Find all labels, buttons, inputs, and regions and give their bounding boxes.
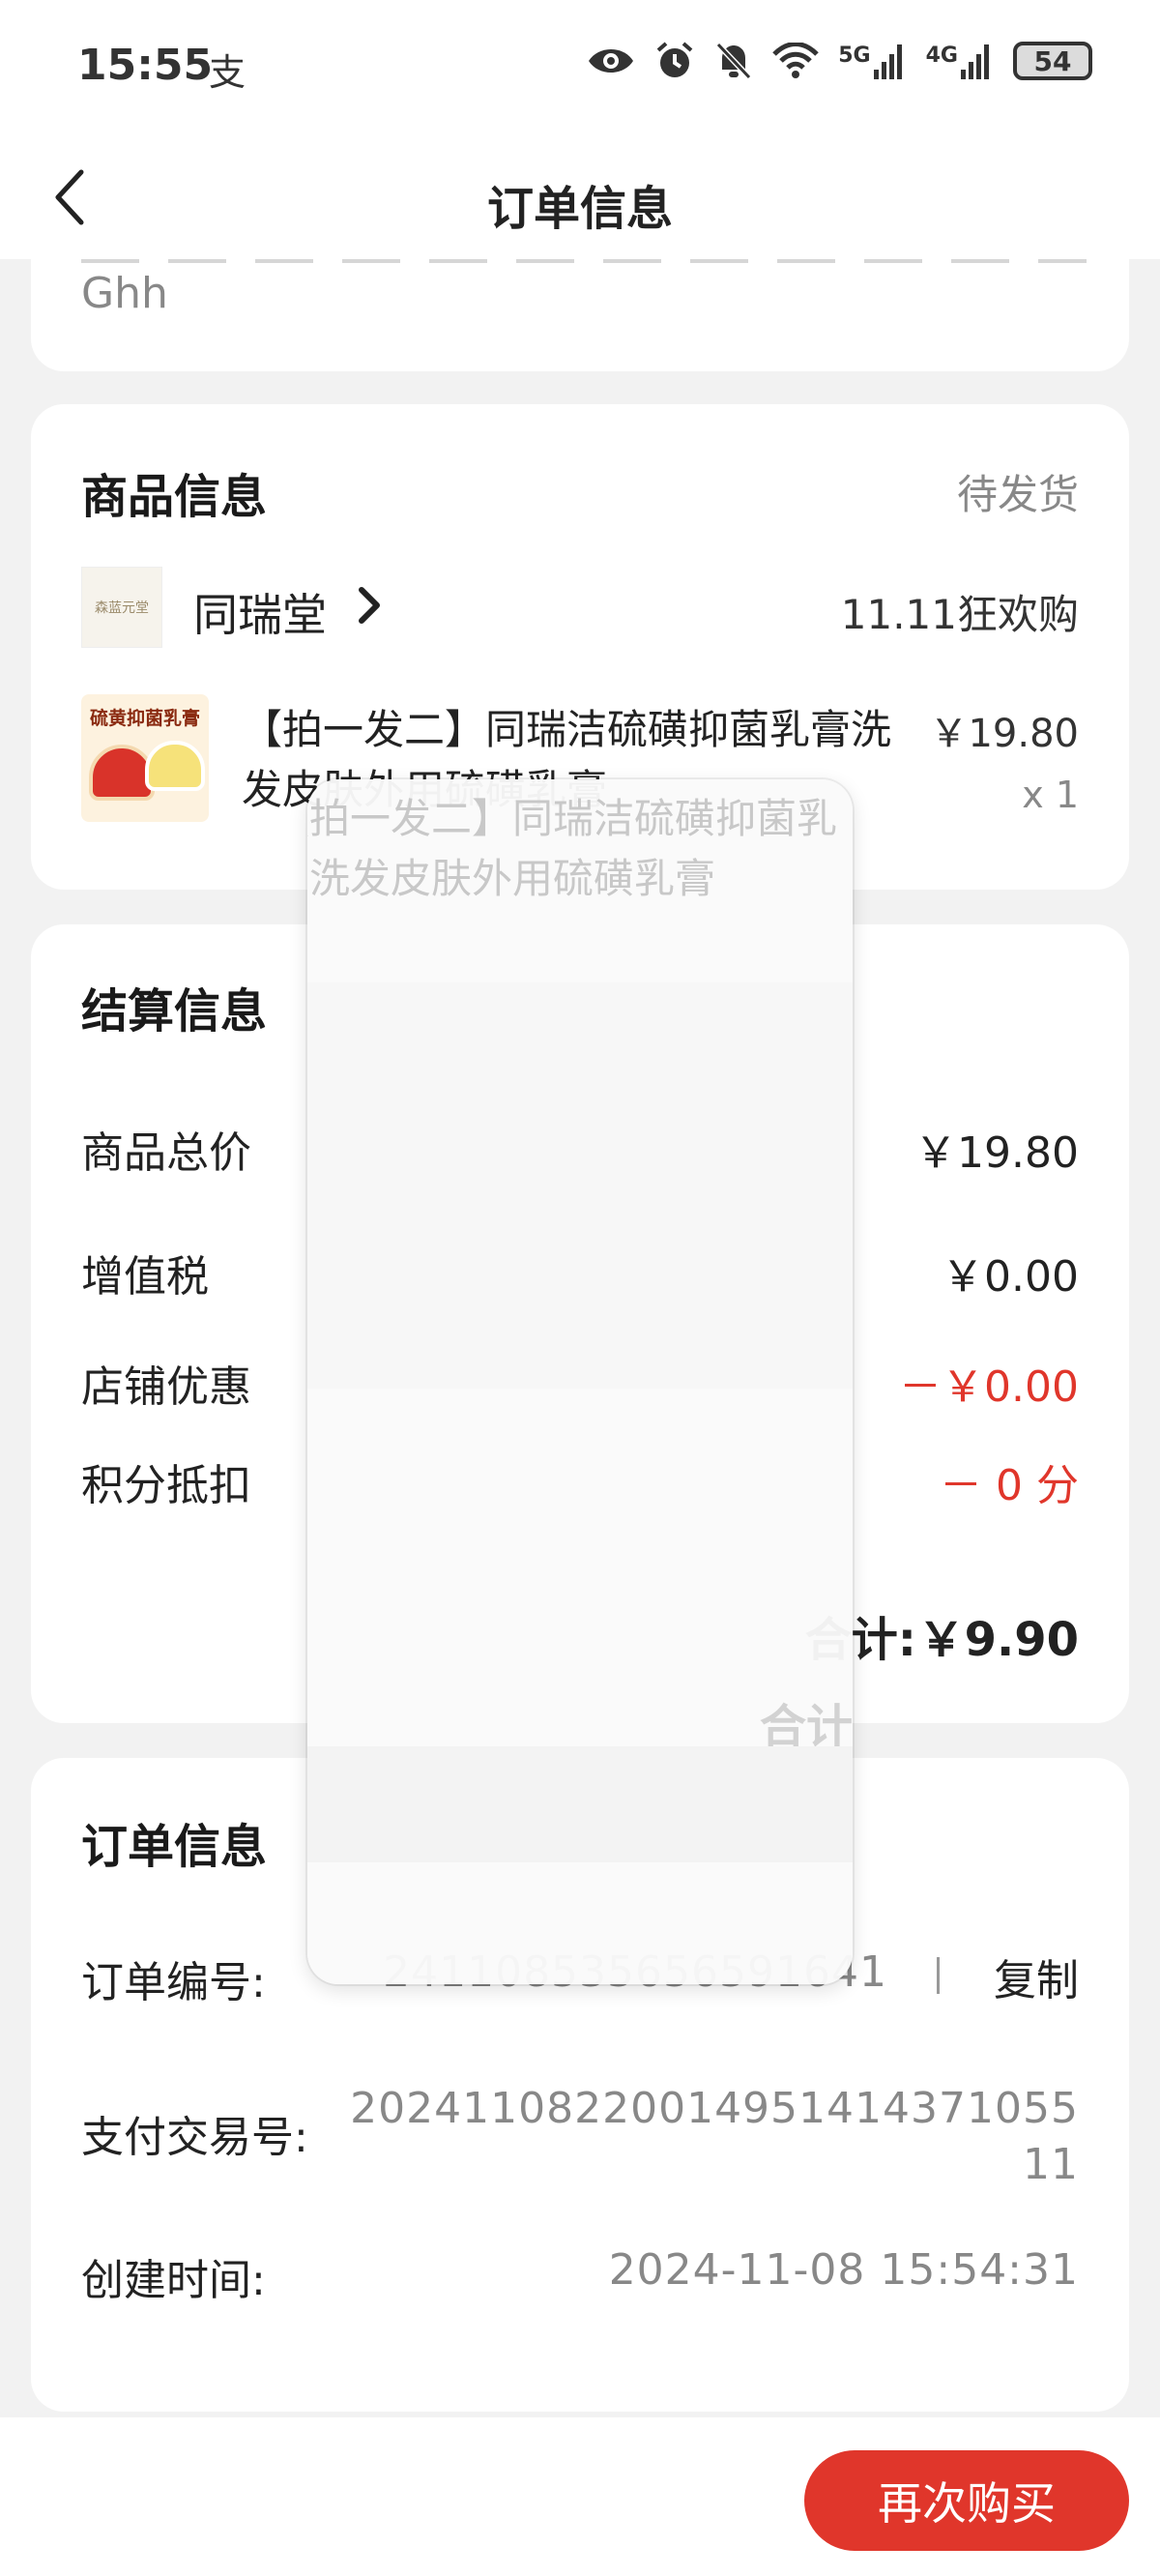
subtotal-label: 商品总价 <box>81 1128 251 1178</box>
shop-name[interactable]: 同瑞堂 <box>193 580 327 644</box>
settlement-section-title: 结算信息 <box>81 984 268 1039</box>
ghost-band <box>307 1746 853 1862</box>
signal-icon <box>961 44 989 79</box>
signal-4g: 4G <box>926 43 994 79</box>
drag-preview-panel[interactable]: 【拍一发二】同瑞洁硫磺抑菌乳膏洗发皮肤外用硫磺乳膏 合计 <box>307 779 853 1984</box>
nav-bar: 订单信息 <box>0 135 1160 259</box>
product-image[interactable]: 硫黄抑菌乳膏 <box>81 694 209 822</box>
order-section-title: 订单信息 <box>81 1820 268 1874</box>
pay-no-value: 2024110822001495141437105511 <box>350 2084 1079 2189</box>
eye-icon <box>589 49 634 73</box>
order-status: 待发货 <box>956 471 1079 518</box>
subtotal-value: ￥19.80 <box>914 1128 1079 1178</box>
signal-5g: 5G <box>838 43 906 79</box>
pay-no-label: 支付交易号: <box>81 2113 308 2162</box>
battery-level: 54 <box>1033 44 1072 77</box>
signal-icon <box>873 44 902 79</box>
order-no-label: 订单编号: <box>81 1958 266 2007</box>
address-text: Ghh <box>81 269 168 318</box>
points-deduction-label: 积分抵扣 <box>81 1461 251 1510</box>
ghost-band <box>307 982 853 1389</box>
jar-yellow-shape <box>145 741 205 791</box>
alipay-icon: 支 <box>209 51 246 94</box>
page-title: 订单信息 <box>486 182 673 236</box>
status-time: 15:55 <box>77 41 214 90</box>
ghost-product-name: 【拍一发二】同瑞洁硫磺抑菌乳膏洗发皮肤外用硫磺乳膏 <box>307 795 838 902</box>
vat-value: ￥0.00 <box>942 1252 1079 1302</box>
created-time-value: 2024-11-08 15:54:31 <box>608 2245 1079 2295</box>
promo-label: 11.11狂欢购 <box>840 591 1079 638</box>
status-bar: 15:55 支 5G 4G 54 <box>0 0 1160 135</box>
mute-icon <box>716 42 752 80</box>
vat-label: 增值税 <box>81 1252 209 1302</box>
divider <box>937 1957 940 1994</box>
product-image-label: 硫黄抑菌乳膏 <box>89 708 200 729</box>
goods-section-title: 商品信息 <box>81 470 268 524</box>
shop-discount-label: 店铺优惠 <box>81 1362 251 1412</box>
battery-icon: 54 <box>1013 42 1092 80</box>
alarm-icon <box>656 42 693 77</box>
shop-logo-text: 森蓝元堂 <box>95 600 149 616</box>
shop-logo[interactable]: 森蓝元堂 <box>81 567 162 648</box>
created-time-label: 创建时间: <box>81 2256 266 2305</box>
wifi-icon <box>772 43 820 78</box>
product-quantity: x 1 <box>1022 774 1079 816</box>
copy-button[interactable]: 复制 <box>994 1946 1079 2007</box>
bottom-bar: 再次购买 <box>0 2417 1160 2576</box>
points-deduction-value: － 0 分 <box>940 1461 1079 1510</box>
shop-discount-value: －￥0.00 <box>899 1362 1079 1412</box>
product-price: ￥19.80 <box>929 712 1079 756</box>
buy-again-button[interactable]: 再次购买 <box>804 2450 1129 2551</box>
total-value: ￥9.90 <box>917 1613 1079 1667</box>
status-icons: 5G 4G 54 <box>587 41 1092 81</box>
chevron-right-icon[interactable] <box>352 578 391 632</box>
